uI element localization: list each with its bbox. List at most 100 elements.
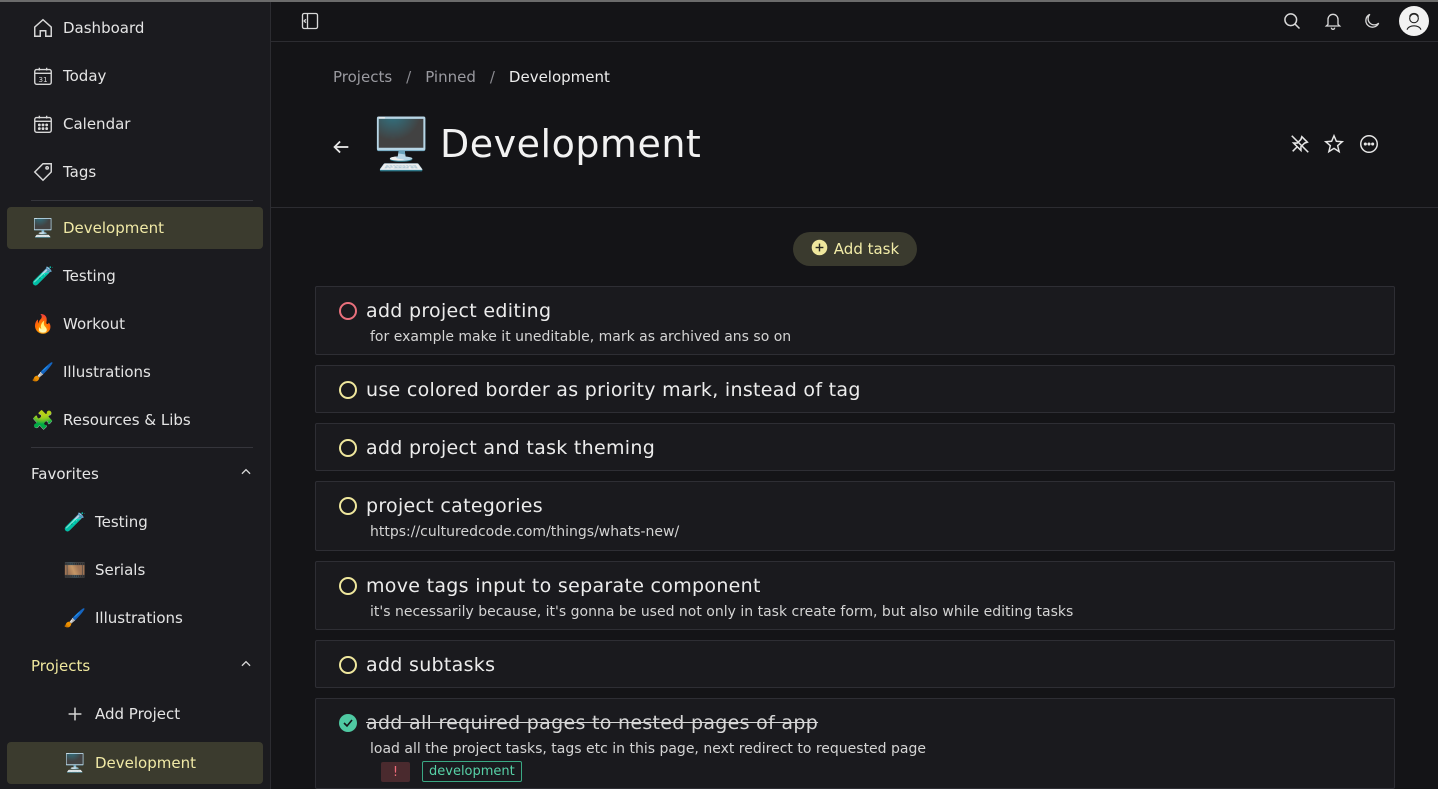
sidebar-item-calendar[interactable]: Calendar <box>7 103 263 145</box>
add-project-button[interactable]: Add Project <box>7 693 263 735</box>
task-title: add project and task theming <box>366 437 656 459</box>
task-title: project categories <box>366 495 543 517</box>
favorites-label: Favorites <box>31 465 99 483</box>
add-task-label: Add task <box>833 240 900 258</box>
plus-icon <box>63 702 87 726</box>
add-task-button[interactable]: Add task <box>793 232 917 266</box>
sidebar-item-development[interactable]: 🖥️ Development <box>7 207 263 249</box>
sidebar-item-today[interactable]: 31 Today <box>7 55 263 97</box>
sidebar-item-label: Dashboard <box>63 19 145 37</box>
sidebar-item-resources-libs[interactable]: 🧩 Resources & Libs <box>7 399 263 441</box>
page-title: Development <box>440 122 702 166</box>
sidebar-item-label: Testing <box>63 267 116 285</box>
sidebar-divider <box>31 200 253 201</box>
sidebar-item-dashboard[interactable]: Dashboard <box>7 7 263 49</box>
sidebar: Dashboard 31 Today Calendar Tags 🖥️ Deve… <box>0 2 271 789</box>
sidebar-item-label: Illustrations <box>63 363 151 381</box>
task-card[interactable]: add project editing for example make it … <box>315 286 1395 355</box>
home-icon <box>31 16 55 40</box>
sidebar-item-workout[interactable]: 🔥 Workout <box>7 303 263 345</box>
sidebar-item-label: Workout <box>63 315 126 333</box>
task-description: for example make it uneditable, mark as … <box>370 329 792 345</box>
sidebar-divider <box>31 447 253 448</box>
chevron-up-icon[interactable] <box>239 465 253 483</box>
sidebar-item-label: Serials <box>95 561 146 579</box>
breadcrumb-pinned[interactable]: Pinned <box>425 68 476 86</box>
task-card[interactable]: add all required pages to nested pages o… <box>315 698 1395 789</box>
sidebar-item-label: Development <box>63 219 164 237</box>
sidebar-item-label: Tags <box>63 163 97 181</box>
task-card[interactable]: project categories https://culturedcode.… <box>315 481 1395 551</box>
task-checkbox-checked[interactable] <box>339 714 357 732</box>
film-frames-icon: 🎞️ <box>63 559 87 581</box>
calendar-day-icon: 31 <box>31 64 55 88</box>
sidebar-item-label: Calendar <box>63 115 131 133</box>
plus-circle-icon <box>811 239 828 260</box>
favorites-section-header[interactable]: Favorites <box>31 462 253 486</box>
task-checkbox[interactable] <box>339 497 357 515</box>
header-divider <box>271 207 1438 208</box>
breadcrumb: Projects / Pinned / Development <box>333 68 610 86</box>
task-checkbox[interactable] <box>339 656 357 674</box>
svg-text:31: 31 <box>38 75 47 84</box>
tag-badge[interactable]: development <box>422 761 522 782</box>
task-card[interactable]: add subtasks <box>315 640 1395 688</box>
task-checkbox[interactable] <box>339 577 357 595</box>
sidebar-item-illustrations[interactable]: 🖌️ Illustrations <box>7 351 263 393</box>
breadcrumb-separator: / <box>406 68 412 86</box>
task-title: add all required pages to nested pages o… <box>366 712 819 734</box>
breadcrumb-separator: / <box>489 68 495 86</box>
paintbrush-icon: 🖌️ <box>31 361 55 383</box>
task-card[interactable]: use colored border as priority mark, ins… <box>315 365 1395 413</box>
chevron-up-icon[interactable] <box>239 657 253 675</box>
task-title: move tags input to separate component <box>366 575 761 597</box>
projects-label: Projects <box>31 657 91 675</box>
task-link[interactable]: https://culturedcode.com/things/whats-ne… <box>370 524 679 540</box>
calendar-icon <box>31 112 55 136</box>
task-title: add project editing <box>366 300 552 322</box>
desktop-computer-icon: 🖥️ <box>63 752 87 774</box>
bell-icon[interactable] <box>1322 10 1344 32</box>
task-description: it's necessarily because, it's gonna be … <box>370 604 1074 620</box>
favorites-item-testing[interactable]: 🧪 Testing <box>7 501 263 543</box>
task-card[interactable]: add project and task theming <box>315 423 1395 471</box>
desktop-computer-icon: 🖥️ <box>370 115 433 173</box>
task-title: add subtasks <box>366 654 496 676</box>
project-item-development[interactable]: 🖥️ Development <box>7 742 263 784</box>
sidebar-item-label: Testing <box>95 513 148 531</box>
avatar[interactable] <box>1399 6 1429 36</box>
task-description: load all the project tasks, tags etc in … <box>370 741 926 757</box>
top-bar <box>271 2 1438 42</box>
sidebar-item-label: Resources & Libs <box>63 411 191 429</box>
task-title: use colored border as priority mark, ins… <box>366 379 861 401</box>
star-icon[interactable] <box>1323 133 1345 155</box>
unpin-icon[interactable] <box>1289 133 1311 155</box>
favorites-item-illustrations[interactable]: 🖌️ Illustrations <box>7 597 263 639</box>
projects-section-header[interactable]: Projects <box>31 654 253 678</box>
paintbrush-icon: 🖌️ <box>63 607 87 629</box>
test-tube-icon: 🧪 <box>31 265 55 287</box>
moon-icon[interactable] <box>1361 10 1383 32</box>
fire-icon: 🔥 <box>31 313 55 335</box>
favorites-item-serials[interactable]: 🎞️ Serials <box>7 549 263 591</box>
search-icon[interactable] <box>1281 10 1303 32</box>
sidebar-item-testing[interactable]: 🧪 Testing <box>7 255 263 297</box>
back-arrow-icon[interactable] <box>330 136 352 158</box>
task-checkbox[interactable] <box>339 381 357 399</box>
task-checkbox[interactable] <box>339 302 357 320</box>
breadcrumb-projects[interactable]: Projects <box>333 68 392 86</box>
breadcrumb-development: Development <box>508 68 610 86</box>
puzzle-piece-icon: 🧩 <box>31 409 55 431</box>
test-tube-icon: 🧪 <box>63 511 87 533</box>
sidebar-toggle-icon[interactable] <box>299 10 321 32</box>
more-options-icon[interactable] <box>1358 133 1380 155</box>
sidebar-item-tags[interactable]: Tags <box>7 151 263 193</box>
tag-icon <box>31 160 55 184</box>
task-card[interactable]: move tags input to separate component it… <box>315 561 1395 630</box>
sidebar-item-label: Illustrations <box>95 609 183 627</box>
add-project-label: Add Project <box>95 705 181 723</box>
task-checkbox[interactable] <box>339 439 357 457</box>
desktop-computer-icon: 🖥️ <box>31 217 55 239</box>
priority-badge[interactable]: ! <box>381 762 410 782</box>
sidebar-item-label: Development <box>95 754 196 772</box>
